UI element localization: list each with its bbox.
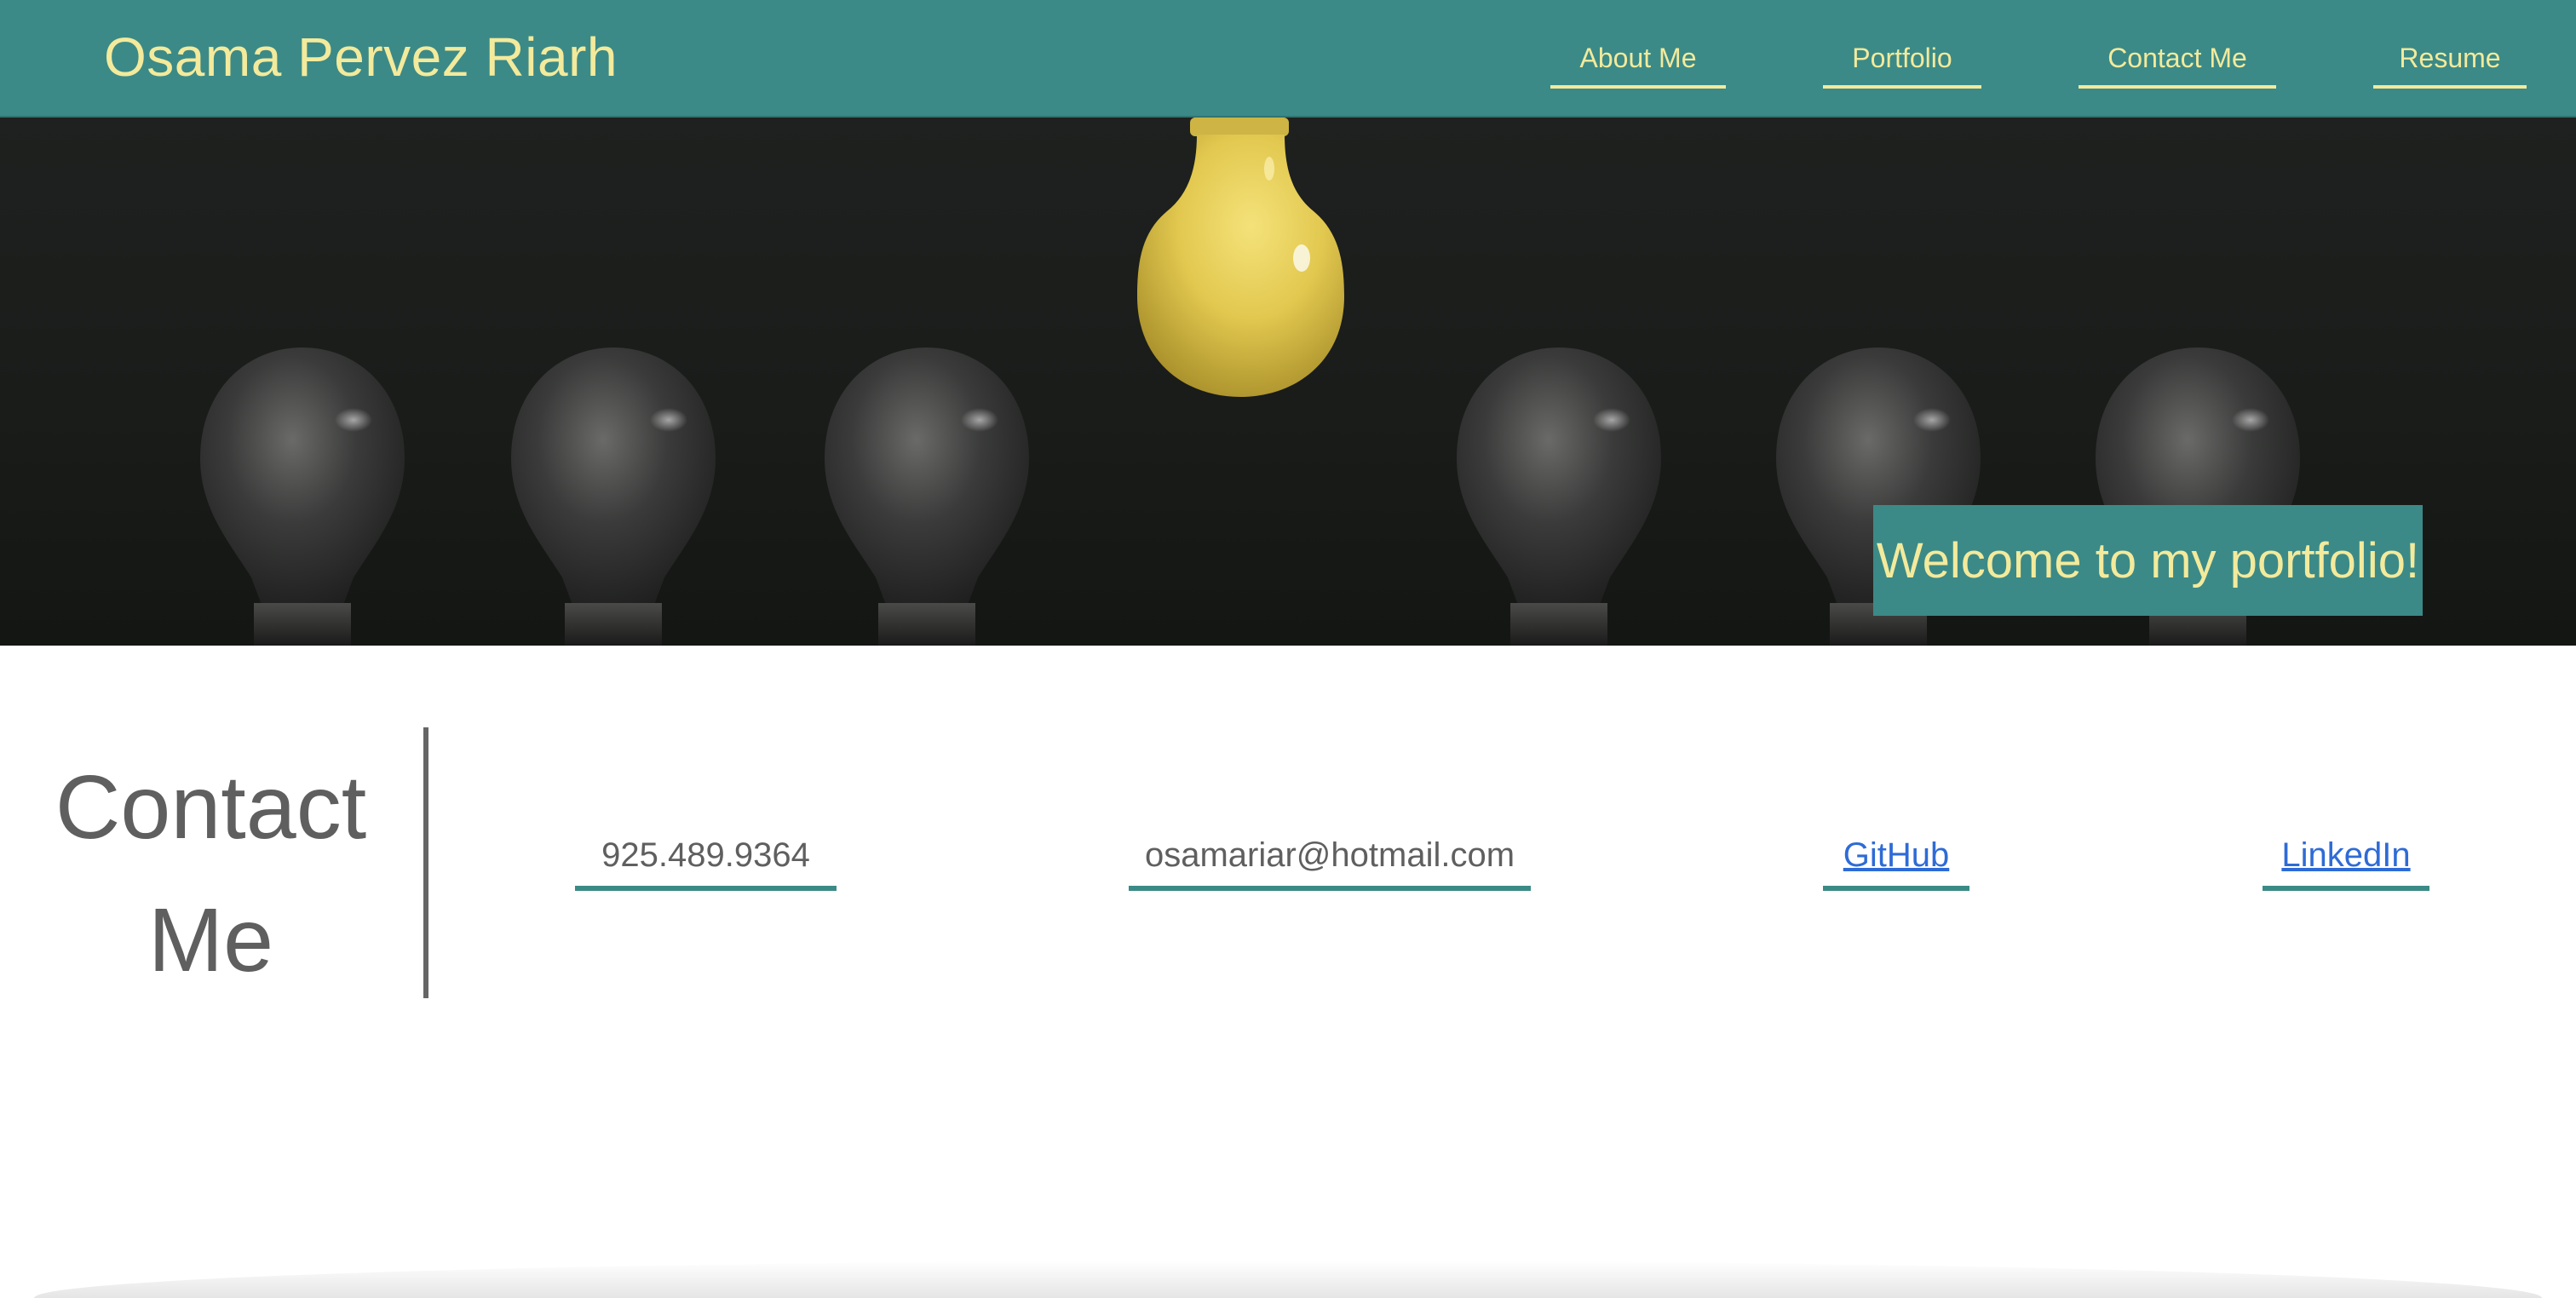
github-link-wrapper: GitHub xyxy=(1823,836,1969,891)
vertical-divider xyxy=(423,727,428,998)
dark-bulb xyxy=(825,347,1029,646)
dark-bulb xyxy=(200,347,405,646)
phone-number: 925.489.9364 xyxy=(575,836,837,891)
footer-shadow xyxy=(34,1261,2542,1298)
contact-heading: Contact Me xyxy=(34,741,388,1007)
welcome-banner: Welcome to my portfolio! xyxy=(1873,505,2423,616)
nav-contact-me[interactable]: Contact Me xyxy=(2079,39,2276,89)
brand-name: Osama Pervez Riarh xyxy=(104,26,618,88)
linkedin-link-wrapper: LinkedIn xyxy=(2263,836,2429,891)
linkedin-link[interactable]: LinkedIn xyxy=(2281,836,2410,874)
nav-about-me[interactable]: About Me xyxy=(1550,39,1726,89)
hero-banner: Welcome to my portfolio! xyxy=(0,118,2576,646)
nav-portfolio[interactable]: Portfolio xyxy=(1823,39,1981,89)
nav-resume[interactable]: Resume xyxy=(2373,39,2527,89)
dark-bulb xyxy=(1457,347,1661,646)
contact-heading-line1: Contact xyxy=(55,757,367,858)
dark-bulb xyxy=(511,347,716,646)
email-address: osamariar@hotmail.com xyxy=(1129,836,1531,891)
site-header: Osama Pervez Riarh About Me Portfolio Co… xyxy=(0,0,2576,118)
contact-heading-line2: Me xyxy=(147,890,274,991)
yellow-bulb xyxy=(1137,118,1344,397)
github-link[interactable]: GitHub xyxy=(1843,836,1950,874)
